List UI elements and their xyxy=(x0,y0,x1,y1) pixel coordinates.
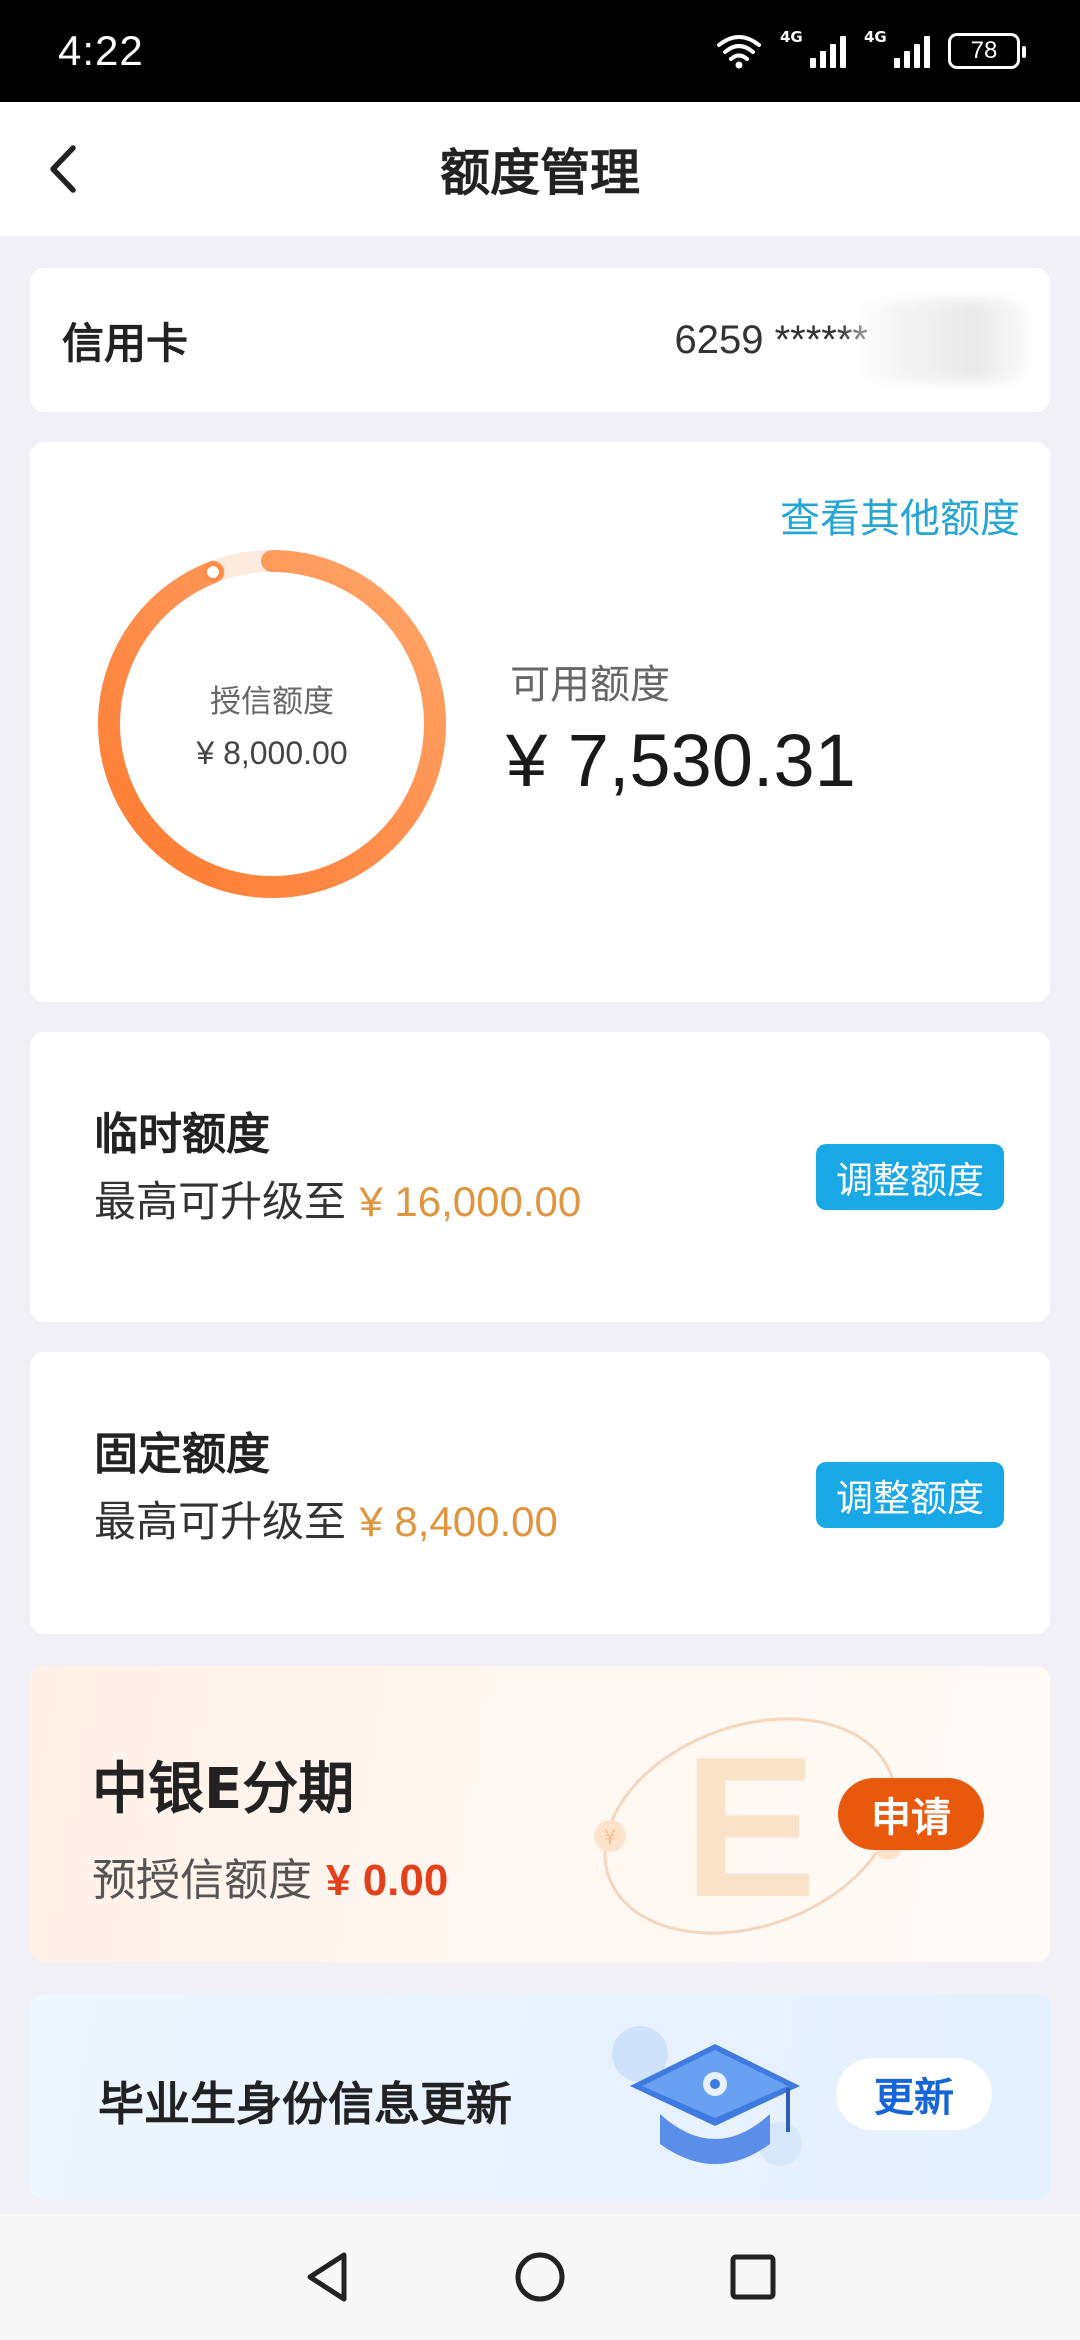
view-other-quota-link[interactable]: 查看其他额度 xyxy=(780,486,1020,544)
nav-recents-button[interactable] xyxy=(718,2242,788,2312)
back-button[interactable] xyxy=(28,134,98,204)
account-label: 信用卡 xyxy=(62,318,189,368)
fixed-quota-title: 固定额度 xyxy=(94,1429,270,1480)
temporary-quota-amount: ¥ 16,000.00 xyxy=(359,1178,582,1225)
battery-level: 78 xyxy=(970,37,998,64)
wifi-icon xyxy=(717,35,761,69)
installment-amount: ¥ 0.00 xyxy=(326,1856,449,1905)
nav-back-button[interactable] xyxy=(292,2242,362,2312)
page-title: 额度管理 xyxy=(440,144,640,202)
fixed-quota-card: 固定额度 最高可升级至 ¥ 8,400.00 调整额度 xyxy=(30,1352,1050,1634)
battery-icon: 78 xyxy=(948,33,1026,69)
quota-card: 查看其他额度 授信额度 ¥ 8,000.00 可用额度 ¥ 7,530.31 xyxy=(30,442,1050,1002)
nav-home-button[interactable] xyxy=(505,2242,575,2312)
signal-icon: 4G xyxy=(780,28,846,68)
graduate-info-card[interactable]: 毕业生身份信息更新 更新 xyxy=(30,1994,1050,2200)
fixed-quota-amount: ¥ 8,400.00 xyxy=(359,1498,558,1545)
graduate-info-title: 毕业生身份信息更新 xyxy=(98,2077,512,2131)
credit-limit-value: ¥ 8,000.00 xyxy=(196,735,348,771)
status-time: 4:22 xyxy=(58,27,144,74)
available-quota-label: 可用额度 xyxy=(510,662,670,708)
apply-button[interactable]: 申请 xyxy=(838,1778,984,1850)
temporary-quota-card: 临时额度 最高可升级至 ¥ 16,000.00 调整额度 xyxy=(30,1032,1050,1322)
available-quota-value: ¥ 7,530.31 xyxy=(506,719,856,802)
svg-text:E: E xyxy=(683,1716,816,1939)
adjust-temporary-quota-button[interactable]: 调整额度 xyxy=(816,1144,1004,1210)
square-recents-icon xyxy=(730,2254,776,2300)
signal-icon: 4G xyxy=(864,28,930,68)
circle-home-icon xyxy=(515,2252,565,2302)
header: 额度管理 xyxy=(0,102,1080,236)
installment-title: 中银E分期 xyxy=(92,1757,355,1822)
status-icons: 4G 4G 78 xyxy=(716,28,1026,69)
update-button[interactable]: 更新 xyxy=(836,2058,992,2130)
credit-limit-label: 授信额度 xyxy=(210,684,334,720)
account-number: 6259 ****** xyxy=(675,299,1028,382)
svg-text:¥: ¥ xyxy=(604,1825,617,1849)
system-nav-bar xyxy=(0,2214,1080,2340)
temporary-quota-title: 临时额度 xyxy=(94,1109,270,1160)
adjust-fixed-quota-button[interactable]: 调整额度 xyxy=(816,1462,1004,1528)
installment-card[interactable]: E ¥ 中银E分期 预授信额度 ¥ 0.00 申请 xyxy=(30,1666,1050,1962)
account-card[interactable]: 信用卡 6259 ****** xyxy=(30,268,1050,412)
redaction-blur xyxy=(848,299,1028,382)
ring-center: 授信额度 ¥ 8,000.00 xyxy=(92,544,452,904)
graduation-cap-icon xyxy=(612,2026,802,2166)
status-bar: 4:22 4G 4G 78 xyxy=(0,0,1080,102)
triangle-back-icon xyxy=(307,2252,347,2302)
temporary-quota-subtitle: 最高可升级至 ¥ 16,000.00 xyxy=(94,1177,582,1226)
installment-subtitle: 预授信额度 ¥ 0.00 xyxy=(92,1855,449,1906)
fixed-quota-subtitle: 最高可升级至 ¥ 8,400.00 xyxy=(94,1497,558,1546)
chevron-left-icon xyxy=(50,145,76,193)
credit-ring-chart: 授信额度 ¥ 8,000.00 xyxy=(92,544,452,904)
